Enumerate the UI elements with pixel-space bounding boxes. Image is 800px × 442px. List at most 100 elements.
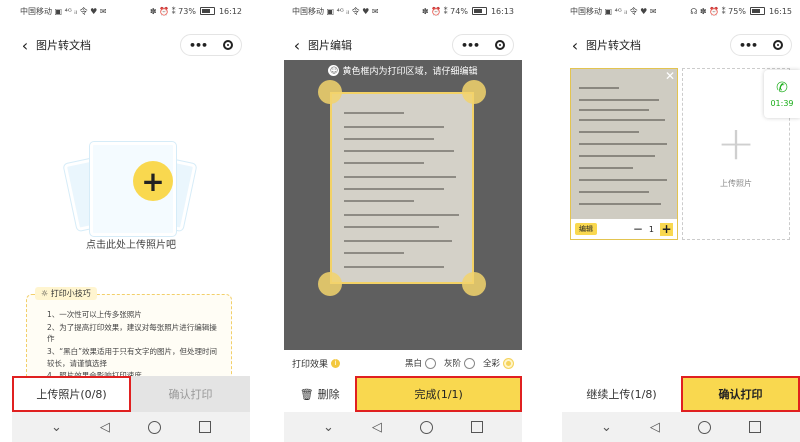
tip-item: 2、为了提高打印效果，建议对每张照片进行编辑操作: [47, 322, 217, 344]
page-title: 图片转文档: [36, 39, 91, 52]
page-title: 图片转文档: [586, 39, 641, 52]
tip-item: 1、一次性可以上传多张照片: [47, 310, 142, 319]
continue-upload-button[interactable]: 继续上传(1/8): [562, 376, 681, 412]
photo-card-center: +: [90, 142, 176, 236]
info-icon[interactable]: i: [331, 358, 341, 368]
miniprogram-capsule: •••: [452, 34, 514, 56]
back-arrow-icon[interactable]: ‹: [14, 36, 36, 55]
upload-photo-label: 上传照片: [720, 178, 752, 188]
nav-back-icon[interactable]: ◁: [372, 420, 382, 435]
trash-icon: 🗑: [299, 387, 314, 401]
print-effect-label: 打印效果: [292, 359, 329, 370]
status-bar: 中国移动 ▣ ⁴ᴳ ᵢₗ 令 ♥ ✉ ✽ ⏰ ⁑ 74% 16:13: [284, 0, 522, 22]
status-icons: ✽ ⏰ ⁑ 74%: [421, 6, 468, 16]
screen-upload-empty: 中国移动 ▣ ⁴ᴳ ᵢₗ 令 ♥ ✉ ✽ ⏰ ⁑ 73% 16:12 ‹ 图片转文…: [12, 0, 250, 442]
title-bar: ‹ 图片编辑 •••: [284, 30, 522, 60]
photo-thumbnail[interactable]: ✕ 编辑 − 1 +: [570, 68, 678, 240]
title-bar: ‹ 图片转文档 •••: [562, 30, 800, 60]
lightbulb-icon: ☼: [41, 289, 49, 298]
quantity-value: 1: [648, 224, 654, 234]
title-bar: ‹ 图片转文档 •••: [12, 30, 250, 60]
upload-area[interactable]: +: [63, 140, 197, 236]
miniprogram-capsule: •••: [180, 34, 242, 56]
upload-photos-button[interactable]: 上传照片(0/8): [12, 376, 131, 412]
thumbnail-controls: 编辑 − 1 +: [571, 219, 677, 239]
voice-call-floating-window[interactable]: ✆ 01:39: [764, 70, 800, 118]
bottom-action-bar: 🗑 删除 完成(1/1): [284, 376, 522, 412]
status-icons: ✽ ⏰ ⁑ 73%: [149, 6, 196, 16]
hide-keyboard-icon[interactable]: ⌄: [323, 420, 334, 435]
upload-hint[interactable]: 点击此处上传照片吧: [12, 236, 250, 251]
status-time: 16:15: [768, 6, 792, 16]
back-arrow-icon[interactable]: ‹: [286, 36, 308, 55]
bottom-action-bar: 继续上传(1/8) 确认打印: [562, 376, 800, 412]
crop-handle-bottom-right[interactable]: [462, 272, 486, 296]
effect-option-gray[interactable]: 灰阶: [444, 357, 475, 369]
status-time: 16:13: [490, 6, 514, 16]
edit-tag-button[interactable]: 编辑: [575, 223, 597, 235]
page-title: 图片编辑: [308, 39, 352, 52]
battery-icon: [199, 7, 215, 15]
phone-call-icon: ✆: [776, 80, 788, 96]
print-effect-row: 打印效果 i 黑白 灰阶 全彩: [284, 350, 522, 376]
nav-home-icon[interactable]: [147, 420, 161, 434]
effect-option-bw[interactable]: 黑白: [405, 357, 436, 369]
status-time: 16:12: [218, 6, 242, 16]
edit-tip: ☺ 黄色框内为打印区域，请仔细编辑: [328, 65, 478, 77]
hide-keyboard-icon[interactable]: ⌄: [601, 420, 612, 435]
android-nav-bar: ⌄ ◁: [562, 412, 800, 442]
radio-icon: [424, 357, 436, 369]
bottom-action-bar: 上传照片(0/8) 确认打印: [12, 376, 250, 412]
nav-back-icon[interactable]: ◁: [650, 420, 660, 435]
android-nav-bar: ⌄ ◁: [284, 412, 522, 442]
status-carrier: 中国移动 ▣ ⁴ᴳ ᵢₗ 令 ♥ ✉: [570, 6, 657, 16]
miniprogram-capsule: •••: [730, 34, 792, 56]
nav-home-icon[interactable]: [419, 420, 433, 434]
screen-upload-with-photo: 中国移动 ▣ ⁴ᴳ ᵢₗ 令 ♥ ✉ ☊ ✽ ⏰ ⁑ 75% 16:15 ‹ 图片…: [562, 0, 800, 442]
crop-handle-bottom-left[interactable]: [318, 272, 342, 296]
battery-icon: [749, 7, 765, 15]
android-nav-bar: ⌄ ◁: [12, 412, 250, 442]
confirm-print-button[interactable]: 确认打印: [681, 376, 800, 412]
more-dots-icon[interactable]: •••: [461, 39, 480, 52]
confirm-print-button-disabled[interactable]: 确认打印: [131, 376, 250, 412]
effect-option-color[interactable]: 全彩: [483, 357, 514, 369]
nav-recents-icon[interactable]: [470, 421, 483, 433]
status-carrier: 中国移动 ▣ ⁴ᴳ ᵢₗ 令 ♥ ✉: [20, 6, 107, 16]
screen-image-edit: 中国移动 ▣ ⁴ᴳ ᵢₗ 令 ♥ ✉ ✽ ⏰ ⁑ 74% 16:13 ‹ 图片编辑…: [284, 0, 522, 442]
crop-handle-top-right[interactable]: [462, 80, 486, 104]
crop-handle-top-left[interactable]: [318, 80, 342, 104]
nav-recents-icon[interactable]: [748, 421, 761, 433]
smile-icon: ☺: [328, 65, 340, 76]
more-dots-icon[interactable]: •••: [189, 39, 208, 52]
radio-icon: [463, 357, 475, 369]
remove-photo-close-icon[interactable]: ✕: [665, 69, 675, 83]
status-icons: ☊ ✽ ⏰ ⁑ 75%: [690, 6, 746, 16]
done-button[interactable]: 完成(1/1): [355, 376, 522, 412]
thumbnail-image: ✕: [571, 69, 677, 219]
more-dots-icon[interactable]: •••: [739, 39, 758, 52]
close-target-icon[interactable]: [773, 40, 784, 50]
delete-button[interactable]: 🗑 删除: [284, 376, 355, 412]
call-duration: 01:39: [770, 99, 794, 108]
radio-selected-icon: [503, 357, 514, 369]
status-carrier: 中国移动 ▣ ⁴ᴳ ᵢₗ 令 ♥ ✉: [292, 6, 379, 16]
nav-back-icon[interactable]: ◁: [100, 420, 110, 435]
print-tips-box: ☼ 打印小技巧 1、一次性可以上传多张照片 2、为了提高打印效果，建议对每张照片…: [26, 287, 232, 386]
hide-keyboard-icon[interactable]: ⌄: [51, 420, 62, 435]
print-area-crop-frame[interactable]: [330, 92, 474, 284]
nav-recents-icon[interactable]: [198, 421, 211, 433]
minus-icon[interactable]: −: [633, 222, 643, 236]
tip-item: 3、“黑白”效果适用于只有文字的图片，但处理时间较长，请谨慎选择: [47, 346, 218, 368]
status-bar: 中国移动 ▣ ⁴ᴳ ᵢₗ 令 ♥ ✉ ✽ ⏰ ⁑ 73% 16:12: [12, 0, 250, 22]
nav-home-icon[interactable]: [697, 420, 711, 434]
plus-icon[interactable]: +: [660, 222, 673, 236]
battery-icon: [471, 7, 487, 15]
tips-title: ☼ 打印小技巧: [35, 287, 97, 300]
close-target-icon[interactable]: [495, 40, 506, 50]
back-arrow-icon[interactable]: ‹: [564, 36, 586, 55]
close-target-icon[interactable]: [223, 40, 234, 50]
add-plus-icon: +: [716, 115, 756, 170]
add-photo-plus-icon[interactable]: +: [133, 161, 173, 201]
quantity-stepper: − 1 +: [633, 222, 673, 236]
